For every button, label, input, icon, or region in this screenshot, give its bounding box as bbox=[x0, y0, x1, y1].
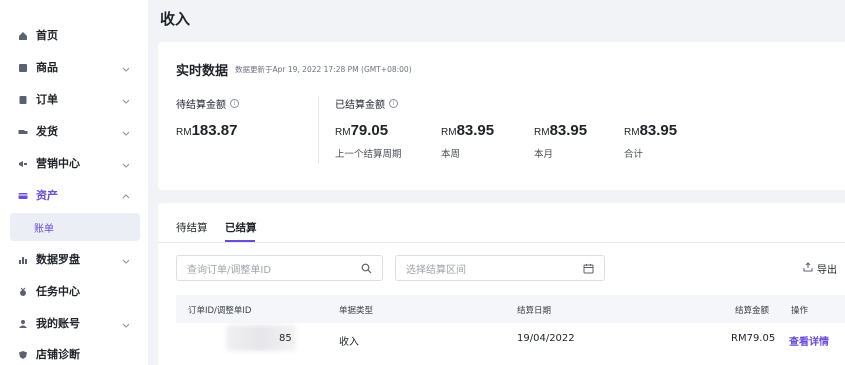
settled-caption: 本月 bbox=[534, 149, 554, 160]
settled-caption: 上一个结算周期 bbox=[335, 149, 402, 160]
calendar-icon[interactable] bbox=[583, 263, 594, 274]
currency-label: RM bbox=[176, 127, 192, 138]
realtime-title: 实时数据 bbox=[176, 64, 229, 79]
amount-value: 183.87 bbox=[191, 122, 238, 139]
sidebar-item-shipping[interactable]: 发货 bbox=[0, 116, 148, 146]
amount-value: 83.95 bbox=[549, 122, 588, 139]
wallet-icon bbox=[18, 190, 28, 200]
pending-label-group: 待结算金额 i bbox=[176, 96, 239, 111]
export-button[interactable]: 导出 bbox=[803, 261, 837, 276]
date-range-input[interactable]: 选择结算区间 bbox=[395, 255, 605, 281]
search-placeholder: 查询订单/调整单ID bbox=[187, 264, 272, 276]
settlement-amount: RM79.05 bbox=[731, 333, 776, 344]
sidebar-item-orders[interactable]: 订单 bbox=[0, 84, 148, 114]
realtime-data-card: 实时数据 数据更新于Apr 19, 2022 17:28 PM (GMT+08:… bbox=[158, 42, 845, 190]
sidebar-item-task-center[interactable]: 任务中心 bbox=[0, 276, 148, 306]
sidebar: 首页 商品 订单 发货 营销中心 资产 账单 数据罗盘 任务中心 我的账号 店铺… bbox=[0, 0, 148, 365]
settled-caption: 合计 bbox=[624, 149, 644, 160]
amount-value: 79.05 bbox=[350, 122, 389, 139]
search-input[interactable]: 查询订单/调整单ID bbox=[176, 255, 383, 281]
sidebar-item-label: 营销中心 bbox=[36, 157, 80, 170]
amount-value: 83.95 bbox=[456, 122, 495, 139]
settled-last-period-amount: RM79.05 bbox=[335, 122, 388, 139]
divider bbox=[318, 96, 319, 164]
tab-settled[interactable]: 已结算 bbox=[225, 220, 257, 235]
home-icon bbox=[18, 30, 28, 40]
date-range-placeholder: 选择结算区间 bbox=[406, 264, 466, 276]
view-details-link[interactable]: 查看详情 bbox=[789, 333, 829, 348]
table-row: 85 收入 19/04/2022 RM79.05 查看详情 bbox=[176, 323, 845, 353]
sidebar-item-label: 店铺诊断 bbox=[36, 348, 80, 361]
settled-amount-label: 已结算金额 bbox=[335, 100, 385, 111]
amount-value: 83.95 bbox=[639, 122, 678, 139]
sidebar-item-marketing[interactable]: 营销中心 bbox=[0, 148, 148, 178]
chevron-down-icon bbox=[122, 318, 130, 328]
sidebar-item-label: 首页 bbox=[36, 29, 58, 42]
settled-this-week-amount: RM83.95 bbox=[441, 122, 494, 139]
pending-amount-label: 待结算金额 bbox=[176, 100, 226, 111]
column-header-amount: 结算金额 bbox=[735, 306, 770, 316]
sidebar-item-label: 发货 bbox=[36, 125, 58, 138]
chevron-down-icon bbox=[122, 158, 130, 168]
tab-divider bbox=[158, 242, 845, 243]
settled-this-month-amount: RM83.95 bbox=[534, 122, 587, 139]
sidebar-item-label: 商品 bbox=[36, 61, 58, 74]
sidebar-item-store-diagnosis[interactable]: 店铺诊断 bbox=[0, 339, 148, 365]
column-header-type: 单据类型 bbox=[339, 306, 374, 316]
settled-total-amount: RM83.95 bbox=[624, 122, 677, 139]
product-icon bbox=[18, 62, 28, 72]
settlement-date: 19/04/2022 bbox=[517, 333, 575, 344]
search-icon[interactable] bbox=[361, 263, 372, 274]
active-tab-indicator bbox=[225, 240, 255, 242]
order-id-suffix: 85 bbox=[279, 333, 292, 344]
currency-label: RM bbox=[441, 127, 457, 138]
tab-pending[interactable]: 待结算 bbox=[176, 220, 208, 235]
sidebar-item-my-account[interactable]: 我的账号 bbox=[0, 308, 148, 338]
sidebar-item-assets[interactable]: 资产 bbox=[0, 180, 148, 210]
info-icon[interactable]: i bbox=[389, 99, 398, 108]
chevron-up-icon bbox=[122, 190, 130, 199]
document-type: 收入 bbox=[339, 337, 359, 348]
user-icon bbox=[18, 318, 28, 328]
megaphone-icon bbox=[18, 158, 28, 168]
update-timestamp: 数据更新于Apr 19, 2022 17:28 PM (GMT+08:00) bbox=[235, 65, 412, 74]
sidebar-item-home[interactable]: 首页 bbox=[0, 20, 148, 50]
chevron-down-icon bbox=[122, 254, 130, 264]
sidebar-item-label: 数据罗盘 bbox=[36, 253, 80, 266]
sidebar-item-data-compass[interactable]: 数据罗盘 bbox=[0, 244, 148, 274]
sidebar-item-label: 资产 bbox=[36, 189, 58, 202]
currency-label: RM bbox=[335, 127, 351, 138]
column-header-date: 结算日期 bbox=[517, 306, 552, 316]
settled-label-group: 已结算金额 i bbox=[335, 96, 398, 111]
medal-icon bbox=[18, 286, 28, 296]
chevron-down-icon bbox=[122, 126, 130, 136]
sidebar-item-label: 我的账号 bbox=[36, 317, 80, 330]
order-icon bbox=[18, 94, 28, 104]
transactions-card: 待结算 已结算 查询订单/调整单ID 选择结算区间 导出 订单ID/调整单ID … bbox=[158, 203, 845, 365]
currency-label: RM bbox=[534, 127, 550, 138]
info-icon[interactable]: i bbox=[230, 99, 239, 108]
shield-icon bbox=[18, 349, 28, 359]
sidebar-item-label: 订单 bbox=[36, 93, 58, 106]
table-header: 订单ID/调整单ID 单据类型 结算日期 结算金额 操作 bbox=[176, 295, 845, 323]
settled-caption: 本周 bbox=[441, 149, 461, 160]
export-icon bbox=[803, 262, 813, 275]
column-header-id: 订单ID/调整单ID bbox=[188, 306, 252, 316]
truck-icon bbox=[18, 126, 28, 136]
chevron-down-icon bbox=[122, 62, 130, 72]
pending-amount: RM183.87 bbox=[176, 122, 237, 139]
export-label: 导出 bbox=[817, 265, 837, 276]
currency-label: RM bbox=[624, 127, 640, 138]
sidebar-item-products[interactable]: 商品 bbox=[0, 52, 148, 82]
sidebar-subitem-bills[interactable]: 账单 bbox=[10, 213, 140, 241]
page-title: 收入 bbox=[160, 10, 191, 28]
sidebar-item-label: 任务中心 bbox=[36, 285, 80, 298]
bar-chart-icon bbox=[18, 254, 28, 264]
chevron-down-icon bbox=[122, 94, 130, 104]
column-header-action: 操作 bbox=[791, 306, 809, 316]
